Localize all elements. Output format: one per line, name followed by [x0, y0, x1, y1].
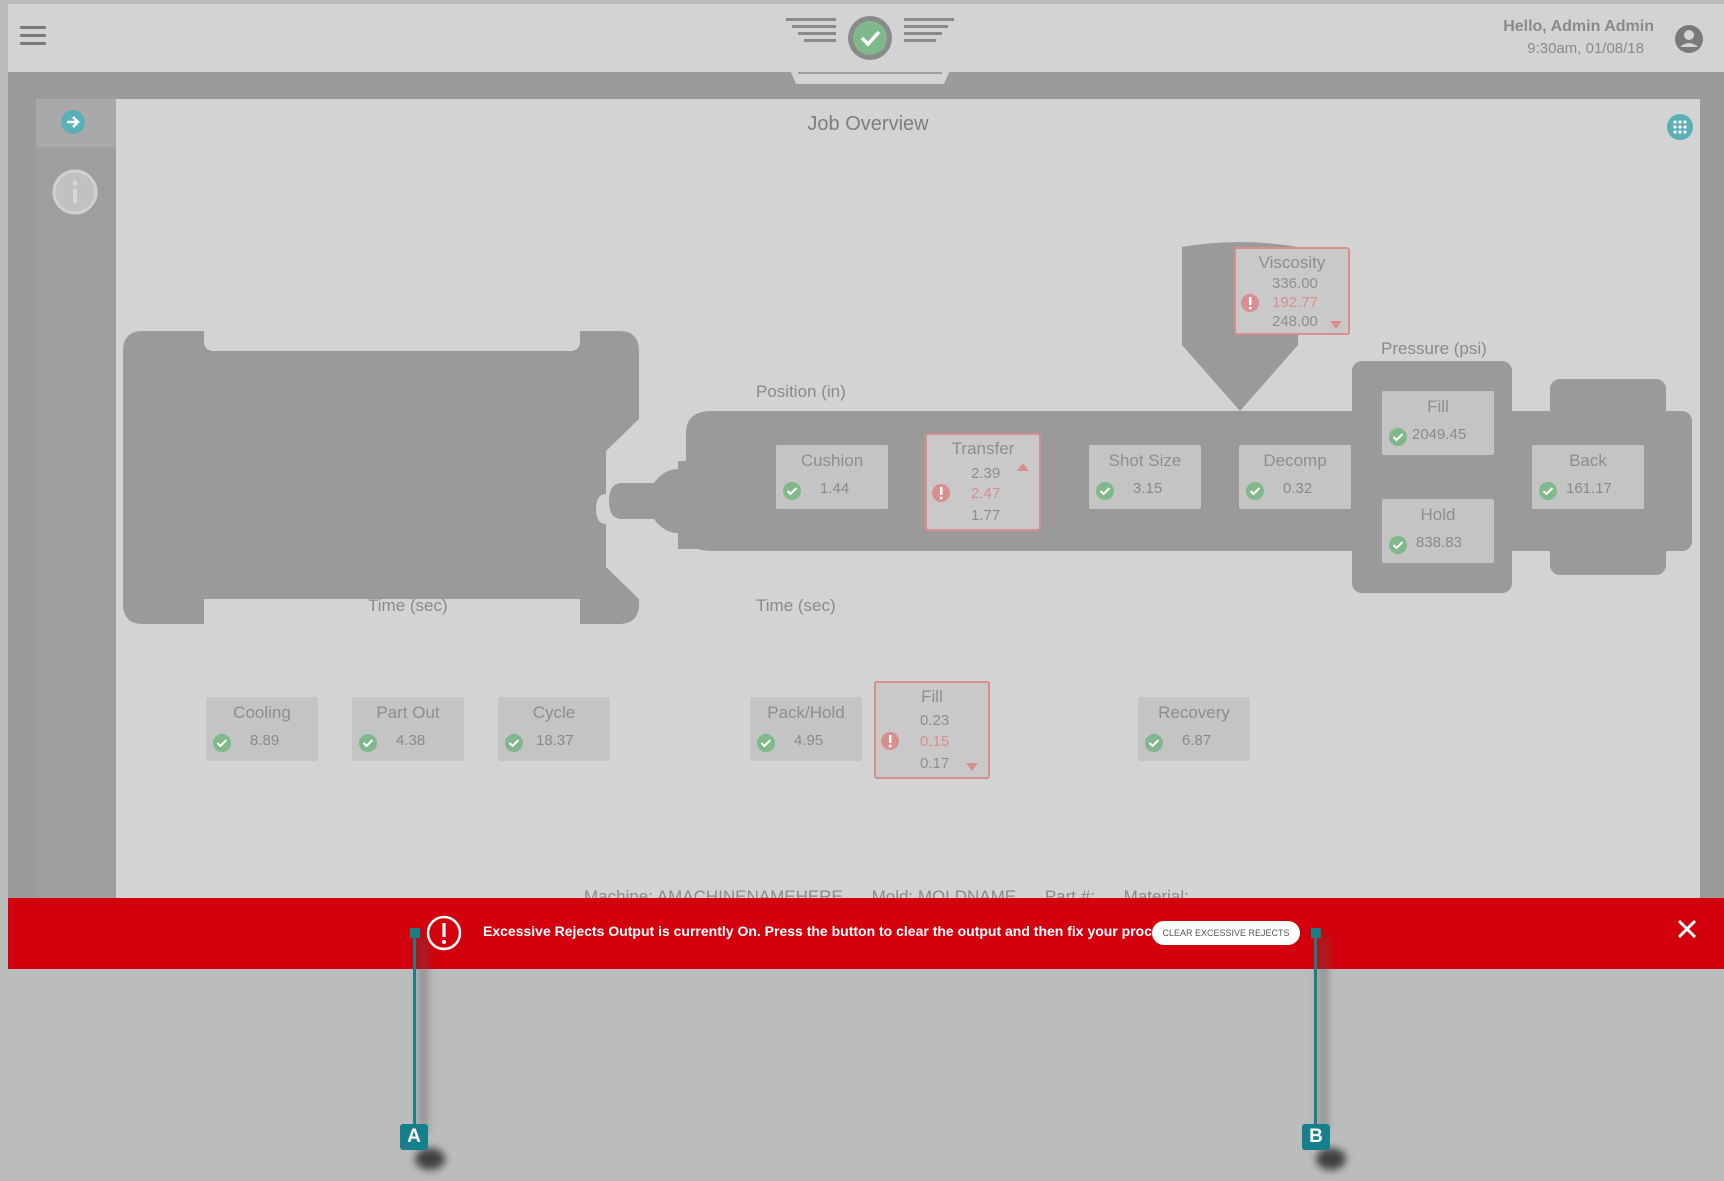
ok-check-icon: [783, 482, 801, 500]
upper-limit: 2.39: [971, 465, 1001, 482]
alert-icon: [881, 732, 899, 750]
alert-icon: [426, 915, 462, 951]
metric-value: 3.15: [1133, 480, 1163, 497]
current-value: 2.47: [971, 485, 1001, 502]
pack-hold-metric-box[interactable]: Pack/Hold 4.95: [750, 697, 862, 761]
lower-limit: 1.77: [971, 507, 1001, 524]
metric-name: Shot Size: [1108, 451, 1182, 470]
current-value: 0.15: [920, 733, 950, 750]
callout-b-line: [1314, 934, 1317, 1124]
cooling-metric-box[interactable]: Cooling 8.89: [206, 697, 318, 761]
time-right-section-label: Time (sec): [756, 596, 836, 615]
cycle-metric-box[interactable]: Cycle 18.37: [498, 697, 610, 761]
metric-name: Fill: [1427, 397, 1449, 416]
transfer-alert-box[interactable]: Transfer 2.39 2.47 1.77: [925, 433, 1041, 531]
time-left-section-label: Time (sec): [368, 596, 448, 615]
hold-pressure-metric-box[interactable]: Hold 838.83: [1382, 499, 1494, 563]
metric-value: 6.87: [1182, 732, 1212, 749]
fill-time-alert-box[interactable]: Fill 0.23 0.15 0.17: [874, 681, 990, 779]
ok-check-icon: [1389, 428, 1407, 446]
viscosity-alert-box[interactable]: Viscosity 336.00 192.77 248.00: [1234, 247, 1350, 335]
ok-check-icon: [1246, 482, 1264, 500]
callout-a-shadow: [420, 936, 426, 1132]
ok-check-icon: [505, 734, 523, 752]
user-greeting: Hello, Admin Admin: [1503, 18, 1654, 35]
job-overview-panel: Job Overview Position (in) Pressure (psi…: [36, 99, 1700, 969]
metric-value: 0.32: [1283, 480, 1313, 497]
callout-b-shadow: [1320, 936, 1326, 1132]
callout-b-badge: B: [1302, 1124, 1330, 1150]
metric-name: Back: [1569, 451, 1607, 470]
back-pressure-metric-box[interactable]: Back 161.17: [1532, 445, 1644, 509]
fill-pressure-metric-box[interactable]: Fill 2049.45: [1382, 391, 1494, 455]
callout-a-badge: A: [400, 1124, 428, 1150]
clear-excessive-rejects-button[interactable]: CLEAR EXCESSIVE REJECTS: [1152, 921, 1300, 945]
pressure-section-label: Pressure (psi): [1381, 339, 1487, 358]
app-logo: [784, 16, 956, 84]
metric-value: 8.89: [250, 732, 280, 749]
excessive-rejects-banner: Excessive Rejects Output is currently On…: [8, 898, 1724, 969]
metric-value: 4.38: [396, 732, 426, 749]
metric-name: Part Out: [376, 703, 440, 722]
ok-check-icon: [213, 734, 231, 752]
ok-check-icon: [1389, 536, 1407, 554]
ok-check-icon: [1539, 482, 1557, 500]
metric-value: 838.83: [1416, 534, 1462, 551]
metric-name: Pack/Hold: [767, 703, 845, 722]
recovery-metric-box[interactable]: Recovery 6.87: [1138, 697, 1250, 761]
callout-b-badge-shadow: [1316, 1148, 1346, 1170]
current-value: 192.77: [1272, 294, 1318, 311]
metric-name: Cushion: [800, 451, 864, 470]
ok-check-icon: [359, 734, 377, 752]
metric-value: 1.44: [820, 480, 850, 497]
user-timestamp: 9:30am, 01/08/18: [1527, 40, 1644, 57]
banner-message: Excessive Rejects Output is currently On…: [483, 923, 1180, 939]
metric-value: 18.37: [536, 732, 574, 749]
part-out-metric-box[interactable]: Part Out 4.38: [352, 697, 464, 761]
alert-icon: [1241, 294, 1259, 312]
arrow-down-icon: [1330, 321, 1342, 329]
metric-value: 161.17: [1566, 480, 1612, 497]
metric-name: Cycle: [532, 703, 576, 722]
metric-value: 4.95: [794, 732, 824, 749]
metric-name: Decomp: [1263, 451, 1327, 470]
app-window: Hello, Admin Admin 9:30am, 01/08/18 Job …: [8, 4, 1724, 969]
callout-a-line: [413, 934, 416, 1124]
close-icon[interactable]: [1676, 918, 1698, 940]
callout-a-badge-shadow: [415, 1148, 445, 1170]
upper-limit: 336.00: [1272, 275, 1318, 292]
ok-check-icon: [1145, 734, 1163, 752]
lower-limit: 248.00: [1272, 313, 1318, 330]
arrow-down-icon: [966, 763, 978, 771]
metric-name: Hold: [1420, 505, 1456, 524]
metric-name: Fill: [921, 687, 943, 706]
ok-check-icon: [757, 734, 775, 752]
position-section-label: Position (in): [756, 382, 846, 401]
shot-size-metric-box[interactable]: Shot Size 3.15: [1089, 445, 1201, 509]
upper-limit: 0.23: [920, 712, 950, 729]
metric-name: Cooling: [233, 703, 291, 722]
hamburger-menu-icon[interactable]: [20, 26, 46, 46]
metric-value: 2049.45: [1412, 426, 1467, 443]
decomp-metric-box[interactable]: Decomp 0.32: [1239, 445, 1351, 509]
user-account-icon[interactable]: [1674, 24, 1704, 54]
ok-check-icon: [1096, 482, 1114, 500]
metric-name: Viscosity: [1258, 253, 1326, 272]
arrow-up-icon: [1017, 463, 1029, 471]
lower-limit: 0.17: [920, 755, 950, 772]
alert-icon: [932, 484, 950, 502]
metric-name: Recovery: [1158, 703, 1230, 722]
metric-name: Transfer: [951, 439, 1015, 458]
cushion-metric-box[interactable]: Cushion 1.44: [776, 445, 888, 509]
